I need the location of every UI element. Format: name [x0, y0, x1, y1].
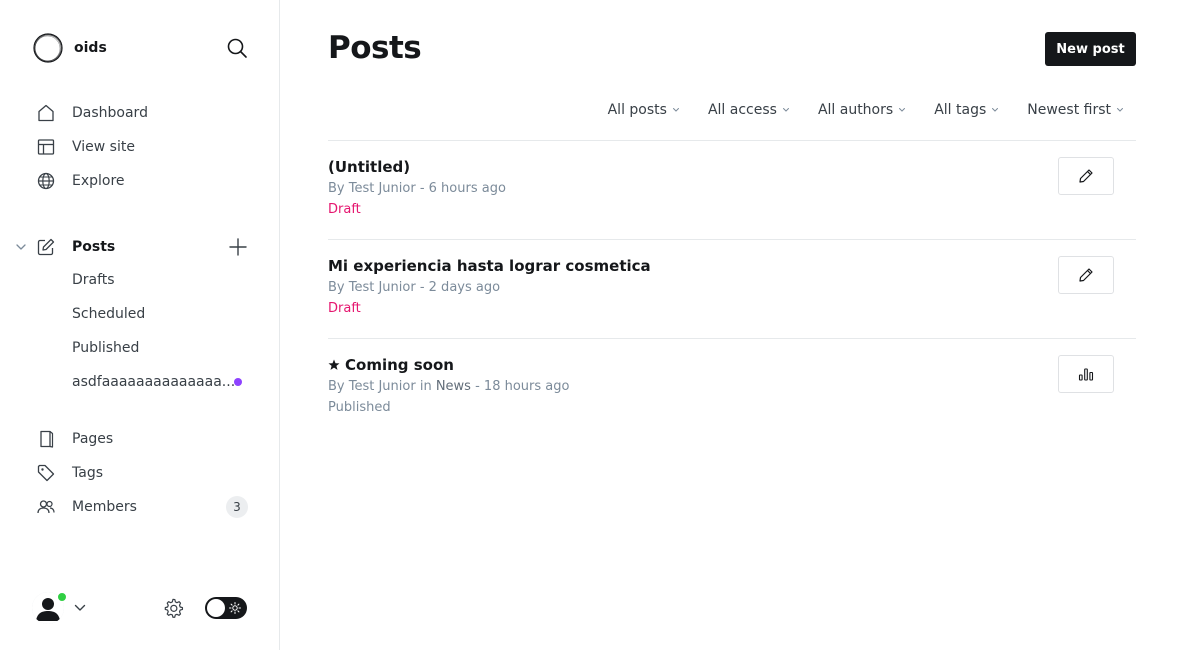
nav-item-scheduled[interactable]: Scheduled	[72, 306, 145, 322]
home-icon	[38, 104, 54, 122]
post-title: Coming soon	[328, 356, 454, 374]
members-count-badge: 3	[226, 496, 248, 518]
user-menu[interactable]	[32, 592, 88, 624]
filter-access-label: All access	[707, 102, 777, 118]
nav-item-custom-view[interactable]: asdfaaaaaaaaaaaaaa...	[72, 374, 235, 390]
nav-label-members: Members	[72, 499, 137, 515]
post-time: - 6 hours ago	[415, 181, 506, 196]
dark-mode-toggle[interactable]	[205, 597, 247, 619]
nav-label-tags: Tags	[72, 465, 103, 481]
post-primary-tag: News	[435, 379, 471, 394]
edit-icon	[37, 238, 55, 256]
chevron-down-icon	[782, 108, 789, 112]
nav-item-view-site[interactable]: View site	[36, 136, 135, 158]
layout-icon	[37, 139, 55, 155]
nav-item-tags[interactable]: Tags	[36, 462, 103, 484]
nav-label-pages: Pages	[72, 431, 114, 447]
settings-gear-icon[interactable]	[162, 597, 184, 619]
nav-item-explore[interactable]: Explore	[36, 170, 125, 192]
post-status: Published	[328, 400, 391, 415]
chevron-down-icon	[672, 108, 679, 112]
page-icon	[40, 430, 54, 448]
page-title: Posts	[328, 30, 422, 66]
filter-bar: All posts All access All authors All tag…	[608, 102, 1124, 118]
nav-item-dashboard[interactable]: Dashboard	[36, 102, 148, 124]
toggle-knob	[207, 599, 225, 617]
chevron-down-icon	[74, 604, 86, 611]
post-analytics-button[interactable]	[1058, 355, 1114, 393]
analytics-icon	[1078, 368, 1094, 381]
post-tag-prefix: in	[415, 379, 436, 394]
post-list-item[interactable]: Mi experiencia hasta lograr cosmetica By…	[328, 239, 1136, 338]
post-list-item[interactable]: Coming soon By Test Junior in News - 18 …	[328, 338, 1136, 437]
post-title: Mi experiencia hasta lograr cosmetica	[328, 257, 651, 275]
post-time: - 2 days ago	[415, 280, 501, 295]
custom-view-color-dot	[234, 378, 242, 386]
search-icon[interactable]	[226, 37, 248, 59]
post-title: (Untitled)	[328, 158, 410, 176]
globe-icon	[37, 172, 55, 190]
add-post-icon[interactable]	[229, 238, 247, 256]
post-title-text: (Untitled)	[328, 158, 411, 176]
online-status-dot	[57, 592, 67, 602]
post-list-item[interactable]: (Untitled) By Test Junior - 6 hours ago …	[328, 140, 1136, 239]
filter-tags-label: All tags	[934, 102, 987, 118]
post-author: By Test Junior	[328, 181, 416, 196]
featured-star-icon	[328, 359, 340, 370]
site-name: oids	[74, 40, 107, 56]
site-logo-icon	[33, 33, 63, 63]
site-brand[interactable]: oids	[32, 32, 107, 64]
pencil-icon	[1079, 169, 1093, 183]
sun-icon	[229, 602, 241, 614]
post-meta: By Test Junior - 6 hours ago	[328, 181, 506, 196]
post-time: - 18 hours ago	[470, 379, 570, 394]
filter-access-dropdown[interactable]: All access	[708, 102, 790, 118]
sidebar: oids Dashboard View site Explore Posts D…	[0, 0, 280, 650]
nav-item-published[interactable]: Published	[72, 340, 139, 356]
members-icon	[37, 500, 55, 514]
post-title-text: Coming soon	[345, 356, 454, 374]
filter-type-label: All posts	[607, 102, 667, 118]
chevron-down-icon	[1117, 108, 1123, 112]
nav-item-members[interactable]: Members	[36, 496, 137, 518]
nav-item-pages[interactable]: Pages	[36, 428, 113, 450]
edit-post-button[interactable]	[1058, 157, 1114, 195]
post-title-text: Mi experiencia hasta lograr cosmetica	[328, 257, 651, 275]
main-content: Posts New post All posts All access All …	[328, 0, 1136, 650]
nav-item-posts[interactable]: Posts	[36, 236, 115, 258]
post-author: By Test Junior	[328, 379, 416, 394]
sort-order-dropdown[interactable]: Newest first	[1027, 102, 1124, 118]
filter-authors-label: All authors	[817, 102, 894, 118]
chevron-down-icon[interactable]	[14, 240, 28, 254]
post-meta: By Test Junior - 2 days ago	[328, 280, 500, 295]
post-meta: By Test Junior in News - 18 hours ago	[328, 379, 569, 394]
nav-item-drafts[interactable]: Drafts	[72, 272, 115, 288]
nav-label-posts: Posts	[72, 239, 116, 255]
nav-label-view-site: View site	[72, 139, 135, 155]
filter-type-dropdown[interactable]: All posts	[608, 102, 680, 118]
post-status: Draft	[328, 301, 361, 316]
chevron-down-icon	[899, 108, 906, 112]
nav-label-explore: Explore	[72, 173, 125, 189]
new-post-button[interactable]: New post	[1045, 32, 1136, 66]
pencil-icon	[1079, 268, 1093, 282]
nav-label-dashboard: Dashboard	[72, 105, 148, 121]
filter-authors-dropdown[interactable]: All authors	[818, 102, 906, 118]
post-status: Draft	[328, 202, 361, 217]
filter-tags-dropdown[interactable]: All tags	[934, 102, 999, 118]
sort-order-label: Newest first	[1027, 102, 1111, 118]
tag-icon	[37, 464, 55, 482]
post-author: By Test Junior	[328, 280, 416, 295]
edit-post-button[interactable]	[1058, 256, 1114, 294]
chevron-down-icon	[992, 108, 999, 112]
